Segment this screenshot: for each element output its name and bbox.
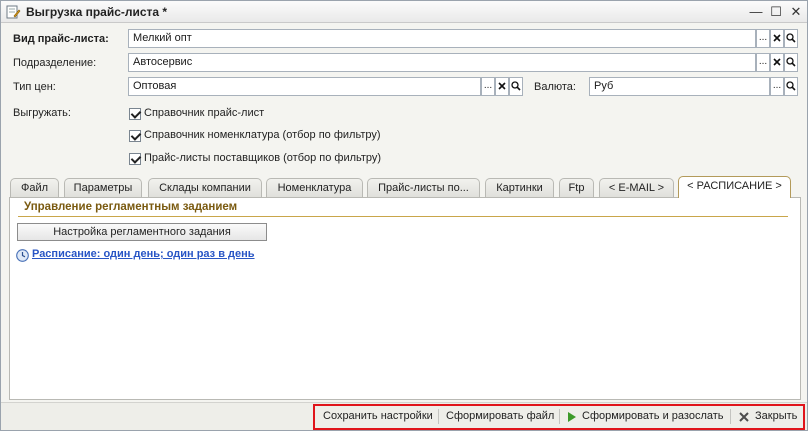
- export-nomenclature-label: Справочник номенклатура (отбор по фильтр…: [144, 129, 381, 141]
- export-supplier-pricelists-checkbox[interactable]: [129, 153, 141, 165]
- price-kind-search-button[interactable]: [509, 77, 523, 96]
- export-supplier-pricelists-label: Прайс-листы поставщиков (отбор по фильтр…: [144, 152, 382, 164]
- title-bar: Выгрузка прайс-листа * — ☐ ✕: [1, 1, 807, 23]
- tab-ftp[interactable]: Ftp: [559, 178, 594, 198]
- price-type-search-button[interactable]: [784, 29, 798, 48]
- maximize-button[interactable]: ☐: [767, 4, 785, 20]
- search-icon: [786, 81, 796, 91]
- clear-icon: [773, 34, 781, 42]
- division-select-button[interactable]: ...: [756, 53, 770, 72]
- export-label: Выгружать:: [13, 107, 71, 119]
- price-type-select-button[interactable]: ...: [756, 29, 770, 48]
- division-label: Подразделение:: [13, 57, 97, 69]
- price-list-export-window: Выгрузка прайс-листа * — ☐ ✕ Вид прайс-л…: [0, 0, 808, 431]
- export-nomenclature-checkbox[interactable]: [129, 130, 141, 142]
- currency-label: Валюта:: [534, 81, 576, 93]
- bottom-action-bar: Сохранить настройки Сформировать файл Сф…: [1, 402, 807, 430]
- export-pricelist-label: Справочник прайс-лист: [144, 107, 265, 119]
- separator: [559, 409, 560, 424]
- price-kind-label: Тип цен:: [13, 81, 56, 93]
- export-pricelist-checkbox[interactable]: [129, 108, 141, 120]
- price-kind-select-button[interactable]: ...: [481, 77, 495, 96]
- division-clear-button[interactable]: [770, 53, 784, 72]
- schedule-clock-icon: [16, 249, 29, 262]
- price-type-field[interactable]: Мелкий опт: [128, 29, 756, 48]
- schedule-panel: Управление регламентным заданием Настрой…: [9, 197, 801, 400]
- price-kind-field[interactable]: Оптовая: [128, 77, 481, 96]
- close-button[interactable]: Закрыть: [755, 410, 797, 422]
- section-title: Управление регламентным заданием: [24, 201, 238, 213]
- currency-search-button[interactable]: [784, 77, 798, 96]
- form-header: Вид прайс-листа: Мелкий опт ... Подразде…: [1, 24, 807, 174]
- document-edit-icon: [6, 5, 21, 19]
- search-icon: [786, 57, 796, 67]
- schedule-link[interactable]: Расписание: один день; один раз в день: [32, 248, 255, 260]
- close-icon: [739, 412, 749, 422]
- tab-parameters[interactable]: Параметры: [64, 178, 142, 198]
- play-icon: [568, 412, 576, 422]
- division-field[interactable]: Автосервис: [128, 53, 756, 72]
- clear-icon: [498, 82, 506, 90]
- clear-icon: [773, 58, 781, 66]
- tab-supplier-pricelists[interactable]: Прайс-листы по...: [367, 178, 480, 198]
- price-type-clear-button[interactable]: [770, 29, 784, 48]
- minimize-button[interactable]: —: [747, 4, 765, 20]
- search-icon: [511, 81, 521, 91]
- make-file-button[interactable]: Сформировать файл: [446, 410, 554, 422]
- search-icon: [786, 33, 796, 43]
- tab-email[interactable]: < E-MAIL >: [599, 178, 674, 198]
- currency-field[interactable]: Руб: [589, 77, 770, 96]
- save-settings-button[interactable]: Сохранить настройки: [323, 410, 433, 422]
- tab-bar: Файл Параметры Склады компании Номенклат…: [1, 174, 807, 198]
- schedule-settings-button[interactable]: Настройка регламентного задания: [17, 223, 267, 241]
- price-type-label: Вид прайс-листа:: [13, 33, 109, 45]
- tab-nomenclature[interactable]: Номенклатура: [266, 178, 363, 198]
- price-kind-clear-button[interactable]: [495, 77, 509, 96]
- tab-pictures[interactable]: Картинки: [485, 178, 554, 198]
- make-and-send-button[interactable]: Сформировать и разослать: [582, 410, 724, 422]
- tab-company-warehouses[interactable]: Склады компании: [148, 178, 262, 198]
- window-title: Выгрузка прайс-листа *: [26, 5, 168, 19]
- close-window-button[interactable]: ✕: [787, 4, 805, 20]
- separator: [730, 409, 731, 424]
- section-divider: [18, 216, 788, 217]
- tab-file[interactable]: Файл: [10, 178, 59, 198]
- tab-schedule[interactable]: < РАСПИСАНИЕ >: [678, 176, 791, 198]
- division-search-button[interactable]: [784, 53, 798, 72]
- separator: [438, 409, 439, 424]
- currency-select-button[interactable]: ...: [770, 77, 784, 96]
